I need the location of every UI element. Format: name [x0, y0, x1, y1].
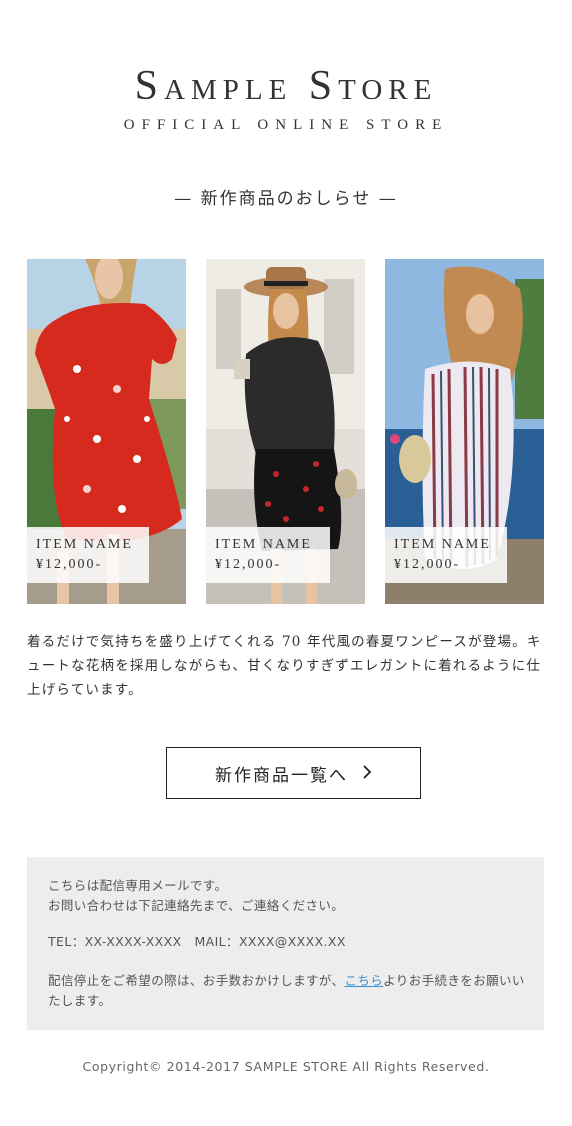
product-label: ITEM NAME ¥12,000- [206, 527, 330, 583]
info-box: こちらは配信専用メールです。 お問い合わせは下記連絡先まで、ご連絡ください。 T… [27, 857, 544, 1030]
copyright: Copyright© 2014-2017 SAMPLE STORE All Ri… [82, 1059, 490, 1074]
section-title: — 新作商品のおしらせ — [174, 189, 398, 209]
view-new-items-button[interactable]: 新作商品一覧へ [166, 747, 421, 799]
product-price: ¥12,000- [394, 557, 461, 572]
contact-info: TEL：XX-XXXX-XXXX MAIL：XXXX@XXXX.XX [48, 934, 346, 949]
chevron-right-icon [362, 764, 372, 783]
unsubscribe-before: 配信停止をご希望の際は、お手数おかけしますが、 [48, 973, 345, 988]
unsubscribe-text: 配信停止をご希望の際は、お手数おかけしますが、こちらよりお手続きをお願いいたしま… [48, 971, 528, 1011]
product-name: ITEM NAME [394, 537, 491, 552]
notice-line-1: こちらは配信専用メールです。 [48, 878, 228, 893]
unsubscribe-link[interactable]: こちら [344, 973, 383, 988]
product-name: ITEM NAME [215, 537, 312, 552]
cta-label: 新作商品一覧へ [215, 765, 348, 786]
notice-text: こちらは配信専用メールです。 お問い合わせは下記連絡先まで、ご連絡ください。 [48, 876, 528, 916]
notice-line-2: お問い合わせは下記連絡先まで、ご連絡ください。 [48, 898, 345, 913]
product-name: ITEM NAME [36, 537, 133, 552]
store-logo[interactable]: Sample Store [0, 62, 572, 110]
product-description: 着るだけで気持ちを盛り上げてくれる 70 年代風の春夏ワンピースが登場。キュート… [27, 634, 542, 698]
product-label: ITEM NAME ¥12,000- [385, 527, 507, 583]
product-price: ¥12,000- [36, 557, 103, 572]
product-card[interactable]: ITEM NAME ¥12,000- [385, 259, 544, 604]
store-tagline: OFFICIAL ONLINE STORE [123, 117, 449, 133]
product-card[interactable]: ITEM NAME ¥12,000- [27, 259, 186, 604]
product-label: ITEM NAME ¥12,000- [27, 527, 149, 583]
email-page: Sample Store OFFICIAL ONLINE STORE — 新作商… [0, 0, 572, 1126]
product-card[interactable]: ITEM NAME ¥12,000- [206, 259, 365, 604]
product-price: ¥12,000- [215, 557, 282, 572]
